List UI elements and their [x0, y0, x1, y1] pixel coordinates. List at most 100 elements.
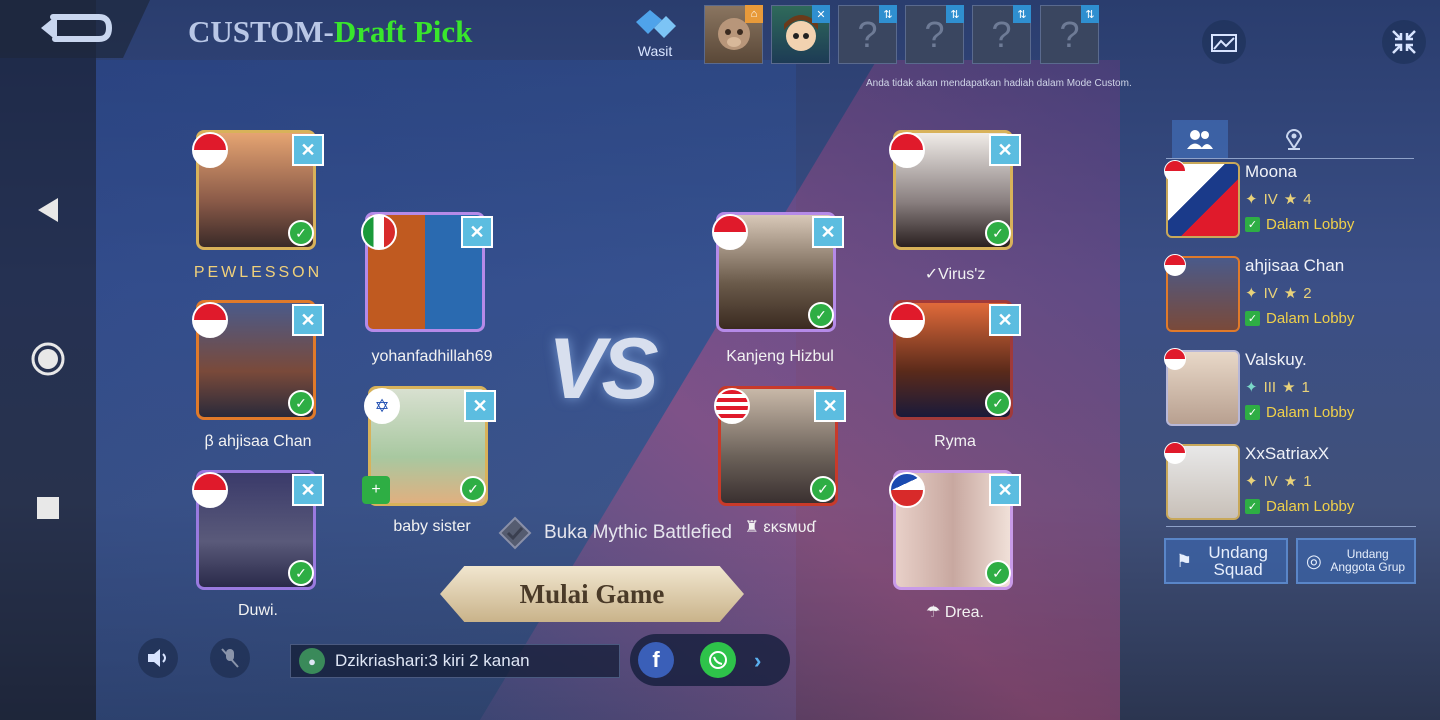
empty-slot-icon: ? [991, 13, 1012, 55]
invite-group-button[interactable]: ◎ Undang Anggota Grup [1296, 538, 1416, 584]
right-player-5-card[interactable]: ✕ ✓ [889, 470, 1021, 590]
spectator-slot-1[interactable]: ⌂ [704, 5, 763, 64]
system-nav-bar [0, 0, 96, 720]
chat-bubble-icon: ● [299, 648, 325, 674]
spectator-slot-2[interactable]: ✕ [771, 5, 830, 64]
friend-item-4[interactable]: XxSatriaxX ✦ IV ★ 1 ✓ Dalam Lobby [1164, 442, 1416, 530]
invite-squad-label: Undang Squad [1208, 543, 1268, 579]
friend-rank: ✦ IV ★ 2 [1245, 284, 1312, 303]
malaysia-flag-icon [714, 388, 750, 424]
left-player-2-card[interactable]: ✕ [361, 212, 493, 332]
empty-slot-icon: ? [857, 13, 878, 55]
recents-square-icon[interactable] [30, 490, 66, 526]
back-triangle-icon[interactable] [30, 192, 66, 228]
mythic-battlefield-toggle[interactable]: Buka Mythic Battlefied [498, 516, 732, 550]
home-circle-icon[interactable] [30, 341, 66, 377]
microphone-button[interactable] [210, 638, 250, 678]
remove-icon[interactable]: ✕ [989, 304, 1021, 336]
friend-item-2[interactable]: ahjisaa Chan ✦ IV ★ 2 ✓ Dalam Lobby [1164, 254, 1416, 342]
status-text: Dalam Lobby [1266, 498, 1355, 515]
remove-icon[interactable]: ✕ [989, 474, 1021, 506]
italy-flag-icon [361, 214, 397, 250]
online-check-icon: ✓ [1245, 311, 1260, 326]
rank-stars: 1 [1301, 378, 1310, 396]
friend-name: XxSatriaxX [1245, 444, 1330, 463]
map-select-button[interactable] [1202, 20, 1246, 64]
left-player-3-card[interactable]: ✕ ✓ [192, 300, 324, 420]
start-game-button[interactable]: Mulai Game [440, 566, 744, 622]
rank-tier: IV [1263, 472, 1278, 490]
remove-icon[interactable]: ✕ [989, 134, 1021, 166]
return-arrow-icon [41, 14, 113, 42]
right-player-4-card[interactable]: ✕ ✓ [714, 386, 846, 506]
referee-label: Wasit [637, 43, 673, 59]
remove-icon[interactable]: ✕ [292, 134, 324, 166]
friend-status: ✓ Dalam Lobby [1245, 310, 1354, 327]
star-icon: ★ [1283, 473, 1298, 490]
left-player-1-card[interactable]: ✕ ✓ [192, 130, 324, 250]
friend-item-1[interactable]: Moona ✦ IV ★ 4 ✓ Dalam Lobby [1164, 160, 1416, 248]
swap-icon: ⇅ [1013, 5, 1031, 23]
ready-check-icon: ✓ [985, 560, 1011, 586]
left-player-5-name: Duwi. [237, 602, 278, 619]
remove-icon[interactable]: ✕ [292, 474, 324, 506]
remove-icon[interactable]: ✕ [464, 390, 496, 422]
right-player-2-card[interactable]: ✕ ✓ [712, 212, 844, 332]
diamond-checkbox-icon [498, 516, 532, 550]
left-player-1-name: PEWLESSON [193, 264, 323, 281]
remove-icon[interactable]: ✕ [812, 216, 844, 248]
indonesia-flag-icon [889, 132, 925, 168]
spectator-slot-3[interactable]: ? ⇅ [838, 5, 897, 64]
left-player-2-name: yohanfadhillah69 [371, 348, 493, 365]
star-icon: ★ [1282, 379, 1296, 396]
left-player-4-card[interactable]: ✡ ✕ ✓ + [362, 386, 496, 506]
friend-name: ahjisaa Chan [1245, 256, 1345, 275]
remove-icon[interactable]: ✕ [292, 304, 324, 336]
panel-divider [1166, 526, 1416, 527]
chevron-right-icon[interactable]: › [754, 648, 761, 674]
right-player-1-card[interactable]: ✕ ✓ [889, 130, 1021, 250]
remove-icon[interactable]: ✕ [812, 5, 830, 23]
star-icon: ★ [1283, 285, 1298, 302]
invite-squad-button[interactable]: ⚑ Undang Squad [1164, 538, 1288, 584]
chat-bar[interactable]: ● Dzikriashari:3 kiri 2 kanan [290, 644, 620, 678]
speaker-button[interactable] [138, 638, 178, 678]
right-player-3-card[interactable]: ✕ ✓ [889, 300, 1021, 420]
facebook-icon[interactable]: f [638, 642, 674, 678]
friend-item-3[interactable]: Valskuy. ✦ III ★ 1 ✓ Dalam Lobby [1164, 348, 1416, 436]
left-player-5-card[interactable]: ✕ ✓ [192, 470, 324, 590]
collapse-arrows-icon [1392, 30, 1416, 54]
status-text: Dalam Lobby [1266, 310, 1355, 327]
rank-badge-icon: ✦ [1245, 191, 1258, 208]
referee-button[interactable]: Wasit [630, 6, 680, 59]
title-draft: Draft Pick [333, 14, 473, 49]
remove-icon[interactable]: ✕ [814, 390, 846, 422]
ready-check-icon: ✓ [808, 302, 834, 328]
spectator-slot-4[interactable]: ? ⇅ [905, 5, 964, 64]
israel-flag-icon: ✡ [364, 388, 400, 424]
squad-icon: ⚑ [1176, 550, 1193, 571]
right-player-3-name: Ryma [934, 433, 976, 450]
swap-icon: ⇅ [1081, 5, 1099, 23]
tab-friends[interactable] [1172, 120, 1228, 158]
return-button[interactable] [0, 0, 150, 58]
spectator-slot-6[interactable]: ? ⇅ [1040, 5, 1099, 64]
rank-tier: IV [1263, 284, 1278, 302]
spectator-slot-5[interactable]: ? ⇅ [972, 5, 1031, 64]
right-player-2-name: Kanjeng Hizbul [726, 348, 834, 365]
online-check-icon: ✓ [1245, 217, 1260, 232]
swap-icon: ⇅ [879, 5, 897, 23]
online-check-icon: ✓ [1245, 405, 1260, 420]
ready-check-icon: ✓ [288, 220, 314, 246]
remove-icon[interactable]: ✕ [461, 216, 493, 248]
minimize-button[interactable] [1382, 20, 1426, 64]
indonesia-flag-icon [889, 302, 925, 338]
panel-tabs [1166, 120, 1414, 159]
friend-rank: ✦ IV ★ 4 [1245, 190, 1312, 209]
ready-check-icon: ✓ [288, 390, 314, 416]
add-friend-icon[interactable]: + [362, 476, 390, 504]
whatsapp-icon[interactable] [700, 642, 736, 678]
tab-nearby[interactable] [1266, 120, 1322, 158]
flag-icon [1164, 160, 1186, 182]
no-reward-notice: Anda tidak akan mendapatkan hadiah dalam… [866, 78, 1132, 89]
